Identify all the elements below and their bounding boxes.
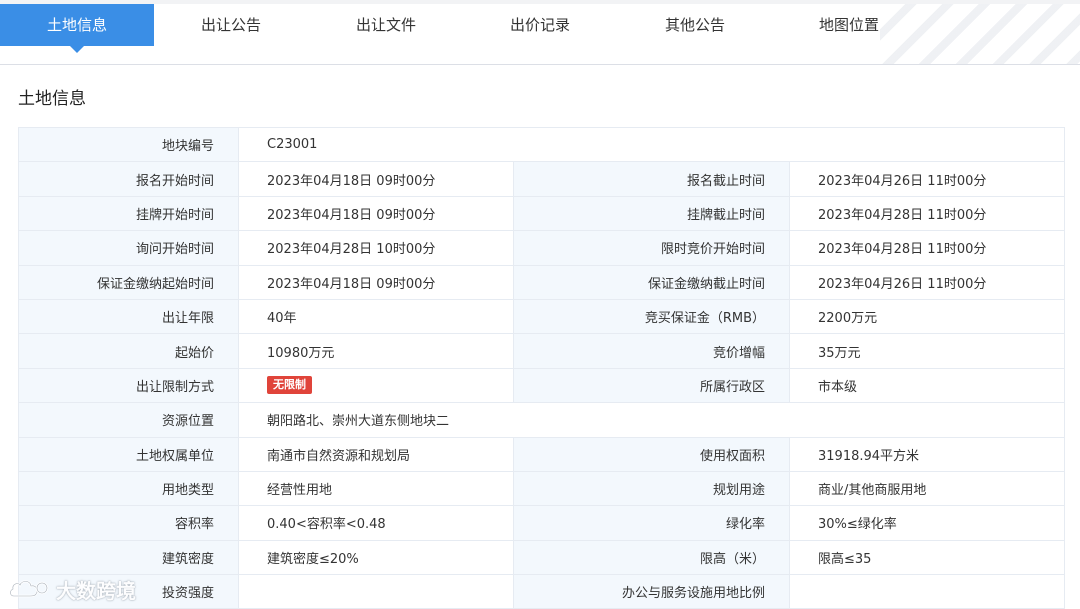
planned-use-value: 商业/其他商服用地 [788,470,1066,507]
timed-bidding-start-label: 限时竞价开始时间 [513,230,790,266]
deposit-start-value: 2023年04月18日 09时00分 [238,264,514,300]
office-land-ratio-value [788,574,1066,609]
plot-ratio-label: 容积率 [18,505,239,541]
restriction-method-label: 出让限制方式 [18,367,239,404]
bid-deposit-value: 2200万元 [788,298,1066,335]
investment-intensity-value [238,574,514,609]
land-owner-value: 南通市自然资源和规划局 [238,436,514,472]
table-row: 起始价 10980万元 竞价增幅 35万元 [18,333,1066,369]
tab-transfer-documents[interactable]: 出让文件 [309,4,463,46]
greening-rate-value: 30%≤绿化率 [788,505,1066,541]
transfer-term-label: 出让年限 [18,298,239,335]
table-row: 用地类型 经营性用地 规划用途 商业/其他商服用地 [18,470,1066,507]
registration-end-label: 报名截止时间 [513,161,790,197]
admin-district-value: 市本级 [788,367,1066,404]
table-row: 出让年限 40年 竞买保证金（RMB） 2200万元 [18,298,1066,335]
starting-price-label: 起始价 [18,333,239,369]
tab-other-notices[interactable]: 其他公告 [618,4,772,46]
bid-increment-label: 竞价增幅 [513,333,790,369]
table-row: 询问开始时间 2023年04月28日 10时00分 限时竞价开始时间 2023年… [18,230,1066,266]
registration-start-label: 报名开始时间 [18,161,239,197]
greening-rate-label: 绿化率 [513,505,790,541]
height-limit-label: 限高（米） [513,539,790,576]
tab-bar: 土地信息 出让公告 出让文件 出价记录 其他公告 地图位置 [0,0,1080,65]
land-type-value: 经营性用地 [238,470,514,507]
plot-number-label: 地块编号 [18,126,239,163]
watermark-text: 大数跨境 [56,578,136,603]
listing-end-value: 2023年04月28日 11时00分 [788,195,1066,232]
tab-land-info[interactable]: 土地信息 [0,4,154,46]
deposit-start-label: 保证金缴纳起始时间 [18,264,239,300]
listing-end-label: 挂牌截止时间 [513,195,790,232]
table-row: 资源位置 朝阳路北、崇州大道东侧地块二 [18,402,1066,438]
cloud-logo-icon [9,580,49,598]
tab-transfer-notice[interactable]: 出让公告 [154,4,308,46]
use-right-area-value: 31918.94平方米 [788,436,1066,472]
transfer-term-value: 40年 [238,298,514,335]
section-title: 土地信息 [18,89,86,109]
bid-increment-value: 35万元 [788,333,1066,369]
land-owner-label: 土地权属单位 [18,436,239,472]
building-density-value: 建筑密度≤20% [238,539,514,576]
bid-deposit-label: 竞买保证金（RMB） [513,298,790,335]
office-land-ratio-label: 办公与服务设施用地比例 [513,574,790,609]
tab-map-location[interactable]: 地图位置 [772,4,926,46]
timed-bidding-start-value: 2023年04月28日 11时00分 [788,230,1066,266]
listing-start-label: 挂牌开始时间 [18,195,239,232]
admin-district-label: 所属行政区 [513,367,790,404]
table-row: 报名开始时间 2023年04月18日 09时00分 报名截止时间 2023年04… [18,161,1066,197]
inquiry-start-value: 2023年04月28日 10时00分 [238,230,514,266]
tab-bid-records[interactable]: 出价记录 [463,4,617,46]
table-row: 保证金缴纳起始时间 2023年04月18日 09时00分 保证金缴纳截止时间 2… [18,264,1066,300]
registration-start-value: 2023年04月18日 09时00分 [238,161,514,197]
no-restriction-badge: 无限制 [267,376,312,395]
use-right-area-label: 使用权面积 [513,436,790,472]
building-density-label: 建筑密度 [18,539,239,576]
land-type-label: 用地类型 [18,470,239,507]
starting-price-value: 10980万元 [238,333,514,369]
resource-location-value: 朝阳路北、崇州大道东侧地块二 [237,402,1066,438]
inquiry-start-label: 询问开始时间 [18,230,239,266]
table-row: 出让限制方式 无限制 所属行政区 市本级 [18,367,1066,404]
listing-start-value: 2023年04月18日 09时00分 [238,195,514,232]
table-row: 地块编号 C23001 [18,126,1066,163]
plot-number-value: C23001 [237,126,1066,163]
restriction-method-value: 无限制 [238,367,514,404]
table-row: 建筑密度 建筑密度≤20% 限高（米） 限高≤35 [18,539,1066,576]
plot-ratio-value: 0.40<容积率<0.48 [238,505,514,541]
table-row: 土地权属单位 南通市自然资源和规划局 使用权面积 31918.94平方米 [18,436,1066,472]
registration-end-value: 2023年04月26日 11时00分 [788,161,1066,197]
table-row: 挂牌开始时间 2023年04月18日 09时00分 挂牌截止时间 2023年04… [18,195,1066,232]
watermark: 大数跨境 [8,574,136,604]
planned-use-label: 规划用途 [513,470,790,507]
active-tab-arrow [70,46,84,53]
land-info-table: 地块编号 C23001 报名开始时间 2023年04月18日 09时00分 报名… [18,126,1066,609]
resource-location-label: 资源位置 [18,402,239,438]
table-row: 容积率 0.40<容积率<0.48 绿化率 30%≤绿化率 [18,505,1066,541]
height-limit-value: 限高≤35 [788,539,1066,576]
deposit-end-label: 保证金缴纳截止时间 [513,264,790,300]
deposit-end-value: 2023年04月26日 11时00分 [788,264,1066,300]
table-row: 投资强度 办公与服务设施用地比例 [18,574,1066,609]
